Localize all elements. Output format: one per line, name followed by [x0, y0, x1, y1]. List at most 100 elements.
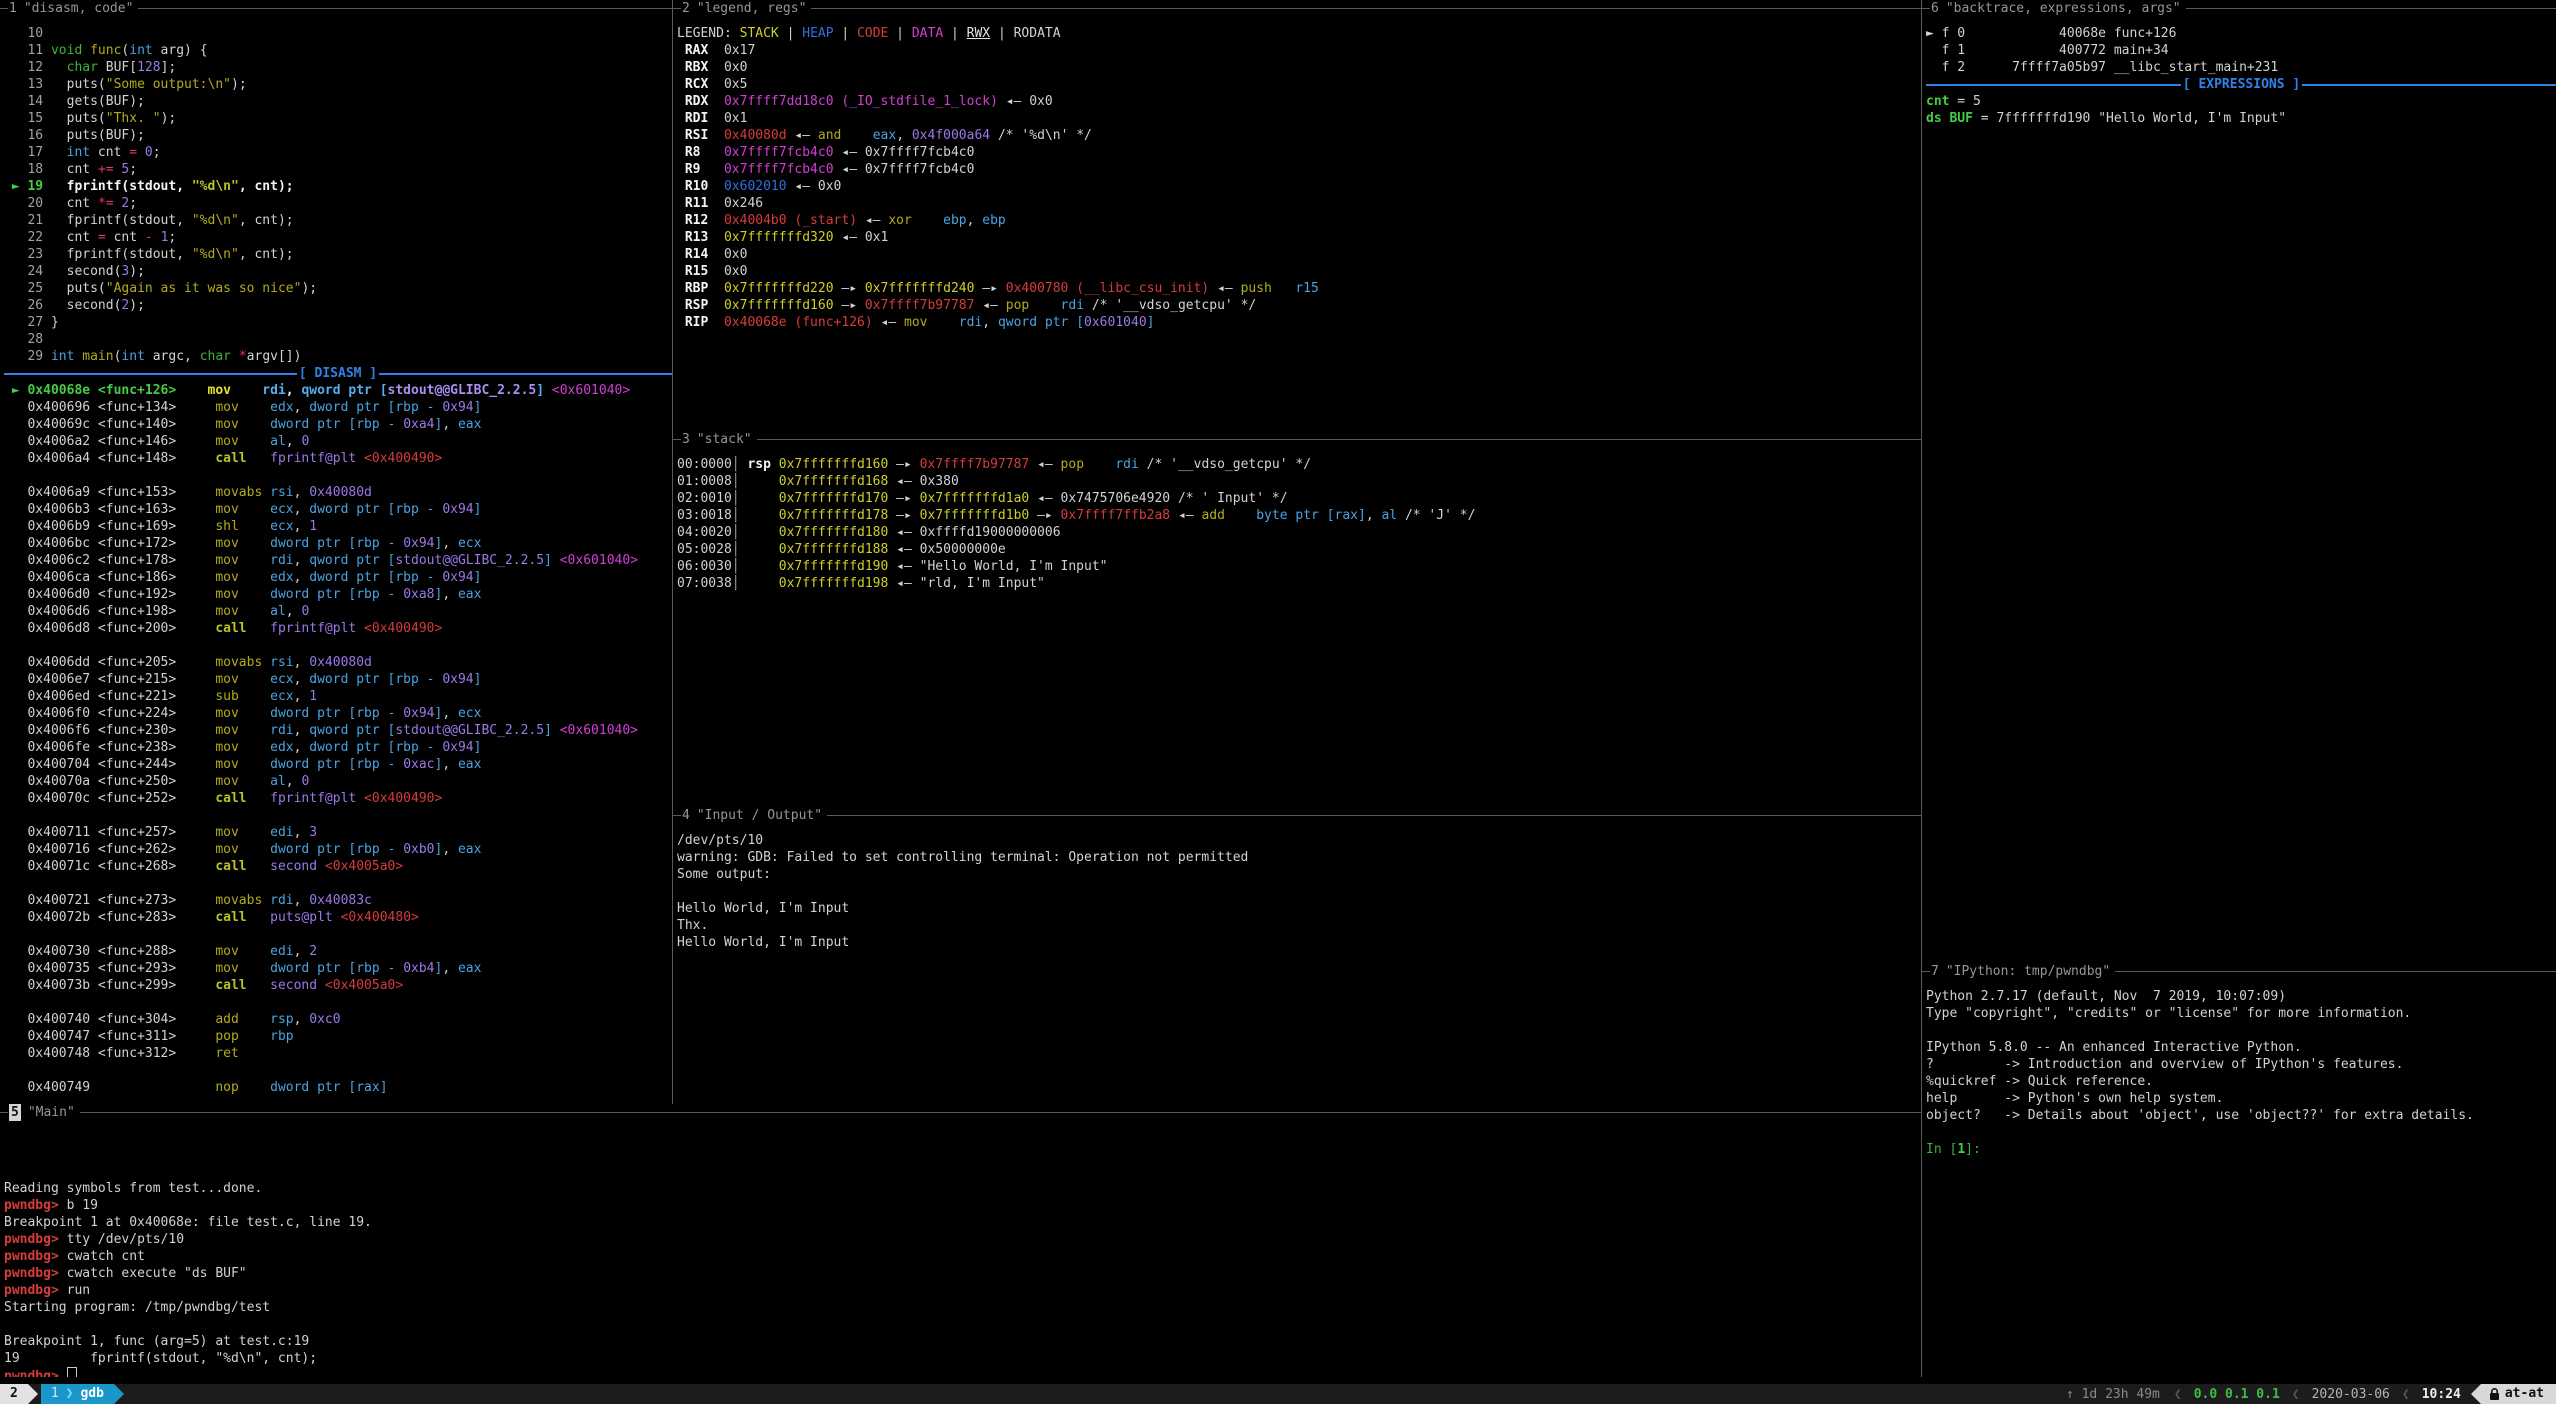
pane-header-legend-regs: 2 "legend, regs" — [673, 0, 1922, 17]
terminal-line: 0x4006e7 <func+215> mov ecx, dword ptr [… — [4, 671, 672, 688]
chevron-left-icon: ❮ — [2402, 1386, 2410, 1403]
terminal-line: f 2 7ffff7a05b97 __libc_start_main+231 — [1926, 59, 2556, 76]
terminal-line: ► 0x40068e <func+126> mov rdi, qword ptr… — [4, 382, 672, 399]
pane-header-disasm-code: 1 "disasm, code" — [0, 0, 672, 17]
terminal-line: RAX 0x17 — [677, 42, 1922, 59]
terminal-line: 0x400716 <func+262> mov dword ptr [rbp -… — [4, 841, 672, 858]
pane-border-line — [0, 1112, 8, 1113]
terminal-line: 14 gets(BUF); — [4, 93, 672, 110]
pane-backtrace-expressions: 6 "backtrace, expressions, args" ► f 0 4… — [1921, 0, 2556, 963]
terminal-line: Reading symbols from test...done. — [4, 1180, 1921, 1197]
terminal-line: 00:0000│ rsp 0x7fffffffd160 —▸ 0x7ffff7b… — [677, 456, 1922, 473]
terminal-line: 27 } — [4, 314, 672, 331]
section-separator: [ EXPRESSIONS ] — [1926, 76, 2556, 93]
terminal-line: ds BUF = 7fffffffd190 "Hello World, I'm … — [1926, 110, 2556, 127]
terminal-line: pwndbg> cwatch cnt — [4, 1248, 1921, 1265]
pane-border-line — [1922, 8, 1930, 9]
pane-border-line — [757, 439, 1922, 440]
terminal-line: RSI 0x40080d ◂— and eax, 0x4f000a64 /* '… — [677, 127, 1922, 144]
terminal-line: 02:0010│ 0x7fffffffd170 —▸ 0x7fffffffd1a… — [677, 490, 1922, 507]
terminal-line: pwndbg> tty /dev/pts/10 — [4, 1231, 1921, 1248]
pane-number: 4 — [682, 807, 690, 824]
terminal-line: 0x4006b3 <func+163> mov ecx, dword ptr [… — [4, 501, 672, 518]
window-name: gdb — [80, 1384, 103, 1404]
terminal-line: 0x4006a2 <func+146> mov al, 0 — [4, 433, 672, 450]
session-indicator[interactable]: 2 — [0, 1384, 28, 1404]
terminal-line: 04:0020│ 0x7fffffffd180 ◂— 0xffffd190000… — [677, 524, 1922, 541]
terminal-line: 25 puts("Again as it was so nice"); — [4, 280, 672, 297]
terminal-line: 10 — [4, 25, 672, 42]
terminal-line: 0x400696 <func+134> mov edx, dword ptr [… — [4, 399, 672, 416]
terminal-line: 26 second(2); — [4, 297, 672, 314]
terminal-line: 23 fprintf(stdout, "%d\n", cnt); — [4, 246, 672, 263]
terminal-line: ► f 0 40068e func+126 — [1926, 25, 2556, 42]
pane-header-stack: 3 "stack" — [673, 431, 1922, 448]
terminal-line: RCX 0x5 — [677, 76, 1922, 93]
terminal-line: 0x40072b <func+283> call puts@plt <0x400… — [4, 909, 672, 926]
pane-border-line — [0, 8, 8, 9]
terminal-line: RBX 0x0 — [677, 59, 1922, 76]
window-tab-gdb[interactable]: 1❯gdb — [41, 1384, 114, 1404]
terminal-line: 0x4006fe <func+238> mov edx, dword ptr [… — [4, 739, 672, 756]
gdb-console-content[interactable]: Reading symbols from test...done. pwndbg>… — [0, 1121, 1921, 1377]
hostname-segment: at-at — [2481, 1384, 2556, 1404]
terminal-line — [677, 883, 1922, 900]
terminal-line: 17 int cnt = 0; — [4, 144, 672, 161]
pane-border-line — [673, 8, 681, 9]
pane-number: 7 — [1931, 963, 1939, 980]
pane-header-ipython: 7 "IPython: tmp/pwndbg" — [1922, 963, 2556, 980]
pane-legend-regs: 2 "legend, regs" LEGEND: STACK | HEAP | … — [672, 0, 1922, 431]
terminal-line: 0x40070c <func+252> call fprintf@plt <0x… — [4, 790, 672, 807]
pane-title-text: "IPython: tmp/pwndbg" — [1946, 963, 2110, 980]
pane-title-text: "stack" — [697, 431, 752, 448]
pane-number: 1 — [9, 0, 17, 17]
terminal-line: 0x400730 <func+288> mov edi, 2 — [4, 943, 672, 960]
clock-text: 10:24 — [2422, 1386, 2461, 1403]
ipython-content[interactable]: Python 2.7.17 (default, Nov 7 2019, 10:0… — [1922, 980, 2556, 1158]
terminal-line: 03:0018│ 0x7fffffffd178 —▸ 0x7fffffffd1b… — [677, 507, 1922, 524]
pane-title-text: "legend, regs" — [697, 0, 807, 17]
lock-icon — [2489, 1388, 2500, 1401]
pane-title-text: "Main" — [28, 1104, 75, 1121]
terminal-line — [4, 807, 672, 824]
pane-border-line — [80, 1112, 1921, 1113]
terminal-line: 22 cnt = cnt - 1; — [4, 229, 672, 246]
uptime-text: ↑ 1d 23h 49m — [2066, 1386, 2160, 1403]
terminal-line: Starting program: /tmp/pwndbg/test — [4, 1299, 1921, 1316]
terminal-line: /dev/pts/10 — [677, 832, 1922, 849]
terminal-line: ? -> Introduction and overview of IPytho… — [1926, 1056, 2556, 1073]
pane-number: 3 — [682, 431, 690, 448]
terminal-line: 0x40069c <func+140> mov dword ptr [rbp -… — [4, 416, 672, 433]
terminal-line: 0x4006d0 <func+192> mov dword ptr [rbp -… — [4, 586, 672, 603]
terminal-line: RBP 0x7fffffffd220 —▸ 0x7fffffffd240 —▸ … — [677, 280, 1922, 297]
program-io-content[interactable]: /dev/pts/10warning: GDB: Failed to set c… — [673, 824, 1922, 951]
terminal-screen: 1 "disasm, code" 10 11 void func(int arg… — [0, 0, 2556, 1404]
pane-header-input-output: 4 "Input / Output" — [673, 807, 1922, 824]
terminal-line: R15 0x0 — [677, 263, 1922, 280]
terminal-line: 0x4006bc <func+172> mov dword ptr [rbp -… — [4, 535, 672, 552]
pane-border-line — [2186, 8, 2556, 9]
pane-border-line — [1922, 971, 1930, 972]
stack-content[interactable]: 00:0000│ rsp 0x7fffffffd160 —▸ 0x7ffff7b… — [673, 448, 1922, 592]
terminal-line: R8 0x7ffff7fcb4c0 ◂— 0x7ffff7fcb4c0 — [677, 144, 1922, 161]
pane-border-line — [673, 439, 681, 440]
terminal-line: 0x40070a <func+250> mov al, 0 — [4, 773, 672, 790]
terminal-line: R10 0x602010 ◂— 0x0 — [677, 178, 1922, 195]
terminal-line: 0x4006f6 <func+230> mov rdi, qword ptr [… — [4, 722, 672, 739]
terminal-line: 0x40071c <func+268> call second <0x4005a… — [4, 858, 672, 875]
pane-input-output: 4 "Input / Output" /dev/pts/10warning: G… — [672, 807, 1922, 1104]
backtrace-content[interactable]: ► f 0 40068e func+126 f 1 400772 main+34… — [1922, 17, 2556, 127]
terminal-line: 0x4006ed <func+221> sub ecx, 1 — [4, 688, 672, 705]
terminal-line: 16 puts(BUF); — [4, 127, 672, 144]
terminal-line: R13 0x7fffffffd320 ◂— 0x1 — [677, 229, 1922, 246]
terminal-line: Some output: — [677, 866, 1922, 883]
terminal-line: 05:0028│ 0x7fffffffd188 ◂— 0x50000000e — [677, 541, 1922, 558]
terminal-line: LEGEND: STACK | HEAP | CODE | DATA | RWX… — [677, 25, 1922, 42]
terminal-line: 0x400721 <func+273> movabs rdi, 0x40083c — [4, 892, 672, 909]
disasm-code-content[interactable]: 10 11 void func(int arg) { 12 char BUF[1… — [0, 17, 672, 1096]
terminal-line — [4, 994, 672, 1011]
registers-content[interactable]: LEGEND: STACK | HEAP | CODE | DATA | RWX… — [673, 17, 1922, 331]
terminal-line: 0x400735 <func+293> mov dword ptr [rbp -… — [4, 960, 672, 977]
terminal-line: 11 void func(int arg) { — [4, 42, 672, 59]
terminal-line: R14 0x0 — [677, 246, 1922, 263]
